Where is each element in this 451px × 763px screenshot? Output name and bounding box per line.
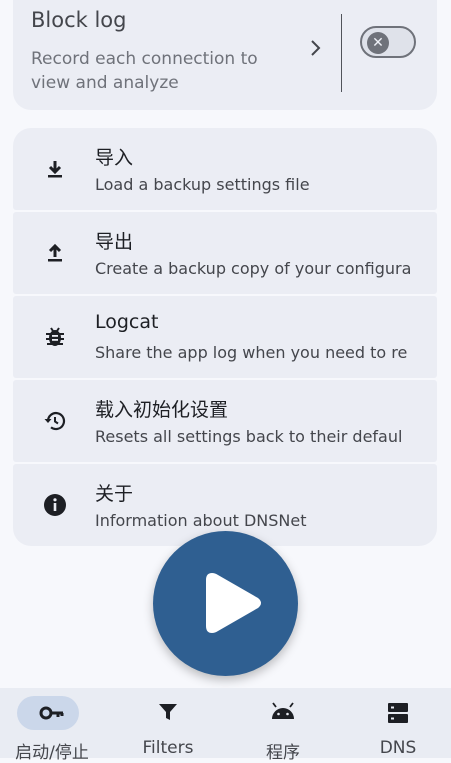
row-title: 导出 [95,231,134,253]
row-title: 导入 [95,147,134,169]
nav-label: 程序 [266,743,300,763]
download-icon [43,157,67,181]
filter-icon [157,701,179,727]
logcat-row[interactable]: Logcat Share the app log when you need t… [13,296,437,378]
row-subtitle: Resets all settings back to their defaul [95,427,403,446]
info-icon [43,493,67,517]
block-log-subtitle: Record each connection to view and analy… [31,49,258,93]
start-stop-button[interactable] [153,531,298,676]
upload-icon [43,241,67,265]
row-subtitle: Create a backup copy of your configura [95,259,412,278]
key-icon [39,701,65,729]
nav-apps[interactable]: 程序 [227,688,339,763]
block-log-toggle[interactable]: ✕ [360,26,416,58]
export-row[interactable]: 导出 Create a backup copy of your configur… [13,212,437,294]
restore-icon [43,409,67,433]
nav-label: 启动/停止 [15,743,89,763]
import-row[interactable]: 导入 Load a backup settings file [13,128,437,210]
block-log-title: Block log [31,8,127,32]
nav-start-stop[interactable]: 启动/停止 [0,688,108,763]
divider [341,14,342,92]
row-subtitle: Share the app log when you need to re [95,343,408,362]
row-subtitle: Information about DNSNet [95,511,307,530]
dns-icon [387,701,409,729]
android-icon [270,701,296,727]
close-icon: ✕ [367,32,389,54]
nav-label: Filters [142,738,194,758]
nav-label: DNS [379,738,417,758]
bottom-navigation: 启动/停止 Filters 程序 DNS [0,688,451,763]
bug-icon [43,325,67,349]
play-icon [206,573,261,633]
nav-filters[interactable]: Filters [112,688,224,758]
chevron-right-icon[interactable] [310,38,322,63]
nav-dns[interactable]: DNS [342,688,451,758]
row-subtitle: Load a backup settings file [95,175,310,194]
block-log-card[interactable]: Block log Record each connection to view… [13,0,437,110]
reset-settings-row[interactable]: 载入初始化设置 Resets all settings back to thei… [13,380,437,462]
row-title: Logcat [95,311,159,333]
row-title: 关于 [95,483,134,505]
row-title: 载入初始化设置 [95,399,229,421]
